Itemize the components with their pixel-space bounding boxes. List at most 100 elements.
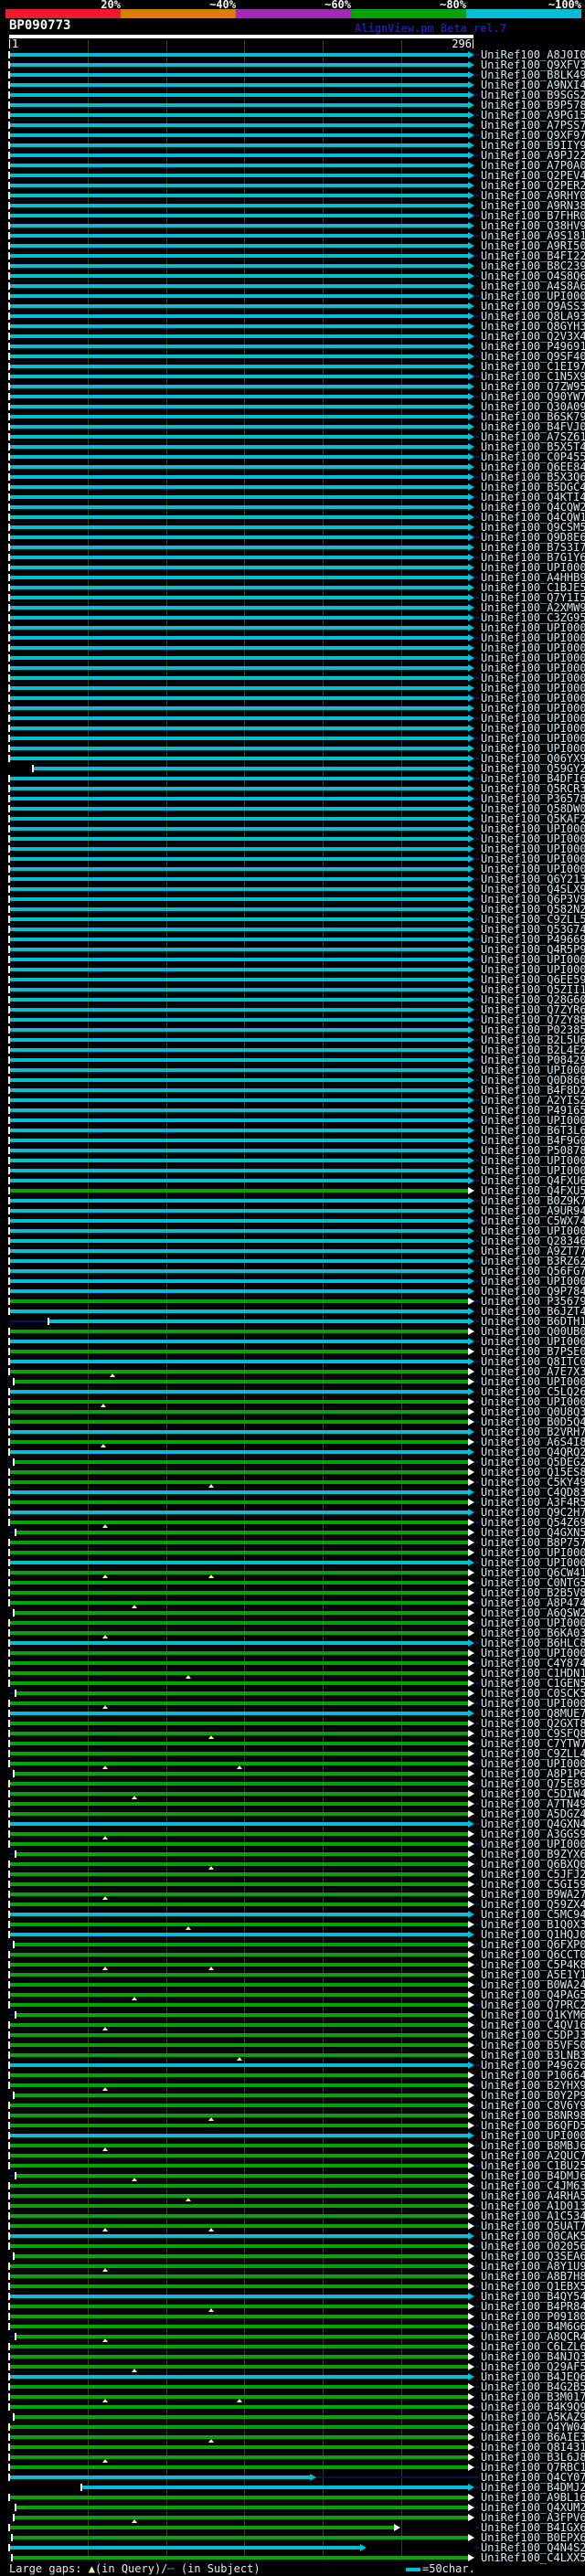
alignment-bar[interactable]: [9, 63, 468, 67]
alignment-bar[interactable]: [9, 2325, 468, 2328]
alignment-bar[interactable]: [9, 1561, 468, 1564]
alignment-bar[interactable]: [9, 2194, 468, 2198]
alignment-bar[interactable]: [9, 586, 468, 589]
alignment-bar[interactable]: [9, 1973, 468, 1977]
alignment-bar[interactable]: [9, 465, 468, 469]
alignment-bar[interactable]: [9, 1993, 468, 1997]
alignment-bar[interactable]: [9, 143, 468, 147]
alignment-bar[interactable]: [9, 978, 468, 981]
alignment-bar[interactable]: [9, 2315, 468, 2318]
alignment-bar[interactable]: [9, 1541, 468, 1544]
alignment-bar[interactable]: [9, 1249, 468, 1253]
alignment-bar[interactable]: [9, 696, 468, 700]
alignment-bar[interactable]: [9, 1903, 468, 1906]
alignment-bar[interactable]: [9, 1350, 468, 1353]
alignment-bar[interactable]: [9, 1842, 468, 1846]
alignment-bar[interactable]: [9, 103, 468, 107]
alignment-bar[interactable]: [9, 1018, 468, 1022]
alignment-bar[interactable]: [9, 1229, 468, 1233]
alignment-bar[interactable]: [9, 676, 468, 680]
alignment-bar[interactable]: [9, 2204, 468, 2208]
alignment-bar[interactable]: [9, 1742, 468, 1745]
alignment-bar[interactable]: [9, 505, 468, 509]
alignment-bar[interactable]: [9, 274, 468, 278]
alignment-bar[interactable]: [9, 123, 468, 127]
alignment-bar[interactable]: [9, 1058, 468, 1062]
alignment-bar[interactable]: [9, 184, 468, 187]
alignment-bar[interactable]: [9, 636, 468, 640]
alignment-bar[interactable]: [14, 1943, 468, 1946]
alignment-bar[interactable]: [9, 1732, 468, 1735]
alignment-bar[interactable]: [9, 214, 468, 217]
alignment-bar[interactable]: [9, 2345, 468, 2348]
alignment-bar[interactable]: [9, 706, 468, 710]
alignment-bar[interactable]: [9, 113, 468, 117]
alignment-bar[interactable]: [9, 1330, 468, 1333]
alignment-bar[interactable]: [9, 1309, 468, 1313]
alignment-bar[interactable]: [9, 2124, 468, 2127]
alignment-bar[interactable]: [9, 445, 468, 449]
alignment-bar[interactable]: [9, 1651, 468, 1655]
alignment-bar[interactable]: [9, 1571, 468, 1574]
alignment-bar[interactable]: [9, 807, 468, 811]
alignment-bar[interactable]: [9, 1470, 468, 1474]
alignment-bar[interactable]: [9, 485, 468, 489]
alignment-bar[interactable]: [9, 365, 468, 368]
alignment-bar[interactable]: [9, 93, 468, 97]
alignment-bar[interactable]: [9, 2526, 394, 2529]
alignment-bar[interactable]: [16, 1531, 468, 1534]
alignment-bar[interactable]: [9, 415, 468, 419]
alignment-bar[interactable]: [9, 1521, 468, 1524]
alignment-bar[interactable]: [9, 907, 468, 911]
alignment-bar[interactable]: [9, 938, 468, 941]
alignment-bar[interactable]: [9, 1671, 468, 1675]
alignment-bar[interactable]: [9, 686, 468, 690]
alignment-bar[interactable]: [9, 1500, 468, 1504]
alignment-bar[interactable]: [9, 1822, 468, 1826]
alignment-bar[interactable]: [9, 817, 468, 821]
alignment-bar[interactable]: [9, 1511, 468, 1514]
alignment-bar[interactable]: [9, 546, 468, 549]
alignment-bar[interactable]: [9, 425, 468, 429]
alignment-bar[interactable]: [9, 1269, 468, 1273]
alignment-bar[interactable]: [9, 2355, 468, 2359]
alignment-bar[interactable]: [9, 616, 468, 620]
alignment-bar[interactable]: [14, 1772, 468, 1776]
alignment-bar[interactable]: [9, 1259, 468, 1263]
alignment-bar[interactable]: [9, 917, 468, 921]
alignment-bar[interactable]: [9, 1209, 468, 1213]
alignment-bar[interactable]: [9, 1340, 468, 1343]
alignment-bar[interactable]: [9, 968, 468, 971]
alignment-bar[interactable]: [9, 53, 468, 57]
alignment-bar[interactable]: [9, 375, 468, 378]
alignment-bar[interactable]: [9, 747, 468, 750]
alignment-bar[interactable]: [9, 2496, 468, 2499]
alignment-bar[interactable]: [9, 2114, 468, 2117]
alignment-bar[interactable]: [16, 2013, 468, 2017]
alignment-bar[interactable]: [9, 877, 468, 881]
alignment-bar[interactable]: [9, 1360, 468, 1363]
alignment-bar[interactable]: [9, 1299, 468, 1303]
alignment-bar[interactable]: [9, 194, 468, 197]
alignment-bar[interactable]: [9, 154, 468, 157]
alignment-bar[interactable]: [9, 314, 468, 318]
alignment-bar[interactable]: [9, 1923, 468, 1926]
alignment-bar[interactable]: [14, 1460, 468, 1464]
alignment-bar[interactable]: [9, 1068, 468, 1072]
alignment-bar[interactable]: [9, 1199, 468, 1203]
alignment-bar[interactable]: [16, 2506, 468, 2509]
alignment-bar[interactable]: [9, 1179, 468, 1182]
alignment-bar[interactable]: [9, 2073, 468, 2077]
alignment-bar[interactable]: [9, 475, 468, 479]
alignment-bar[interactable]: [9, 234, 468, 238]
alignment-bar[interactable]: [9, 1108, 468, 1112]
alignment-bar[interactable]: [9, 1913, 468, 1916]
alignment-bar[interactable]: [9, 1390, 468, 1394]
alignment-bar[interactable]: [9, 2475, 310, 2479]
alignment-bar[interactable]: [48, 1320, 468, 1323]
alignment-bar[interactable]: [9, 164, 468, 167]
alignment-bar[interactable]: [9, 435, 468, 439]
alignment-bar[interactable]: [9, 988, 468, 991]
alignment-bar[interactable]: [81, 2486, 468, 2489]
alignment-bar[interactable]: [9, 1832, 468, 1836]
